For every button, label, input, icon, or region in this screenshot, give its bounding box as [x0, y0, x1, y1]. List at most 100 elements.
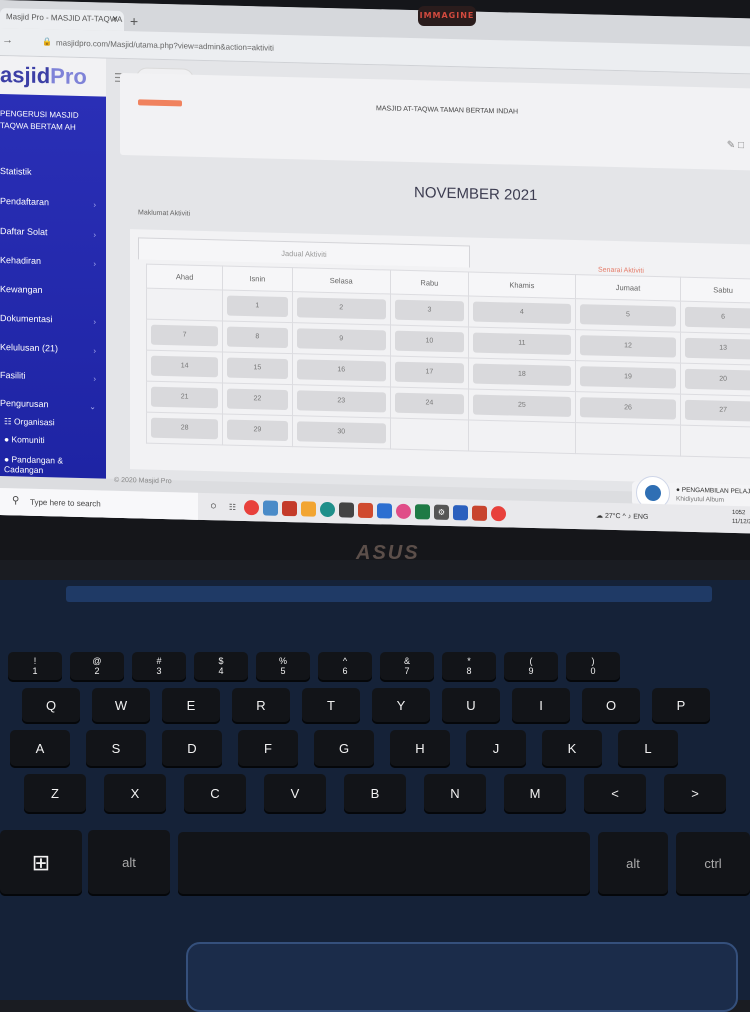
calendar-cell[interactable]: 24 [390, 387, 468, 420]
sidebar-item-daftar-solat[interactable]: Daftar Solat› [0, 222, 106, 247]
calendar-day[interactable]: 25 [473, 395, 571, 417]
keyboard-key[interactable]: E [162, 688, 220, 724]
keyboard-key[interactable]: L [618, 730, 678, 768]
url-field[interactable]: masjidpro.com/Masjid/utama.php?view=admi… [56, 38, 274, 52]
chrome-icon[interactable] [491, 506, 506, 521]
calendar-cell[interactable]: 7 [147, 319, 223, 352]
forward-arrow-icon[interactable]: → [2, 34, 13, 46]
media-icon[interactable] [358, 503, 373, 518]
keyboard-key[interactable]: P [652, 688, 710, 724]
keyboard-key[interactable]: B [344, 774, 406, 814]
calendar-day[interactable]: 8 [227, 327, 287, 348]
calendar-cell[interactable]: 1 [223, 290, 292, 323]
settings-icon[interactable]: ⚙ [434, 505, 449, 520]
calendar-cell[interactable]: 13 [681, 332, 750, 365]
calendar-day[interactable]: 17 [395, 362, 464, 384]
sidebar-item-kehadiran[interactable]: Kehadiran› [0, 251, 106, 276]
sidebar-item-dokumentasi[interactable]: Dokumentasi› [0, 309, 106, 334]
folder-icon[interactable] [301, 501, 316, 516]
calendar-cell[interactable]: 21 [147, 381, 223, 414]
trackpad[interactable] [186, 942, 738, 1012]
keyboard-key[interactable]: %5 [256, 652, 310, 682]
keyboard-key[interactable]: ^6 [318, 652, 372, 682]
keyboard-key[interactable]: #3 [132, 652, 186, 682]
calendar-cell[interactable]: 4 [468, 296, 575, 330]
calendar-cell[interactable]: 9 [292, 323, 390, 356]
calendar-day[interactable]: 14 [151, 356, 218, 378]
calendar-day[interactable]: 12 [580, 335, 676, 357]
calendar-cell[interactable]: 16 [292, 354, 390, 387]
sidebar-item-fasiliti[interactable]: Fasiliti› [0, 366, 106, 391]
calendar-day[interactable]: 27 [685, 400, 750, 422]
calendar-day[interactable]: 23 [297, 390, 386, 412]
calendar-cell[interactable]: 27 [681, 394, 750, 427]
calendar-day[interactable]: 16 [297, 359, 386, 381]
volume-icon[interactable]: ♪ [628, 513, 632, 520]
keyboard-key[interactable]: )0 [566, 652, 620, 682]
calendar-day[interactable]: 4 [473, 302, 571, 324]
keyboard-key[interactable]: N [424, 774, 486, 814]
calendar-cell[interactable]: 18 [468, 358, 575, 392]
calendar-cell[interactable]: 19 [575, 361, 680, 395]
calendar-cell[interactable]: 12 [575, 330, 680, 364]
windows-key-icon[interactable]: ⊞ [0, 830, 82, 896]
calendar-cell[interactable]: 6 [681, 301, 750, 334]
taskbar-clock[interactable]: 1052 11/12/2 [732, 509, 750, 527]
calendar-day[interactable]: 26 [580, 397, 676, 419]
calendar-day[interactable]: 21 [151, 387, 218, 409]
sidebar-item-kelulusan[interactable]: Kelulusan (21)› [0, 338, 106, 363]
calendar-day[interactable]: 22 [227, 389, 287, 410]
app-icon[interactable] [282, 501, 297, 516]
keyboard-key[interactable]: X [104, 774, 166, 814]
calendar-day[interactable]: 13 [685, 338, 750, 360]
calendar-cell[interactable]: 11 [468, 327, 575, 361]
sidebar-item-statistik[interactable]: Statistik [0, 162, 106, 187]
keyboard-key[interactable]: A [10, 730, 70, 768]
calendar-day[interactable]: 1 [227, 296, 287, 317]
new-tab-icon[interactable]: + [130, 13, 138, 29]
sidebar-item-pendaftaran[interactable]: Pendaftaran› [0, 192, 106, 217]
keyboard-key[interactable]: Q [22, 688, 80, 724]
calendar-day[interactable]: 3 [395, 300, 464, 322]
temperature[interactable]: 27°C [605, 513, 621, 520]
calendar-cell[interactable]: 15 [223, 352, 292, 385]
store-icon[interactable] [263, 500, 278, 515]
calendar-cell[interactable]: 29 [223, 414, 292, 447]
keyboard-key[interactable]: C [184, 774, 246, 814]
calendar-cell[interactable]: 25 [468, 389, 575, 423]
keyboard-key[interactable]: T [302, 688, 360, 724]
masjidpro-logo[interactable]: asjidPro [0, 56, 106, 97]
keyboard-key[interactable]: &7 [380, 652, 434, 682]
calendar-cell[interactable]: 5 [575, 299, 680, 333]
tab-jadual-aktiviti[interactable]: Jadual Aktiviti [138, 237, 470, 267]
keyboard-key[interactable]: G [314, 730, 374, 768]
calendar-cell[interactable]: 8 [223, 321, 292, 354]
word-icon[interactable] [453, 505, 468, 520]
keyboard-key[interactable]: D [162, 730, 222, 768]
sidebar-subitem-komuniti[interactable]: ● Komuniti [4, 434, 45, 445]
keyboard-key[interactable]: H [390, 730, 450, 768]
sidebar-subitem-organisasi[interactable]: ☷ Organisasi [4, 416, 55, 428]
close-icon[interactable]: × [112, 14, 118, 25]
edge-icon[interactable] [320, 502, 335, 517]
sidebar-subitem-pandangan[interactable]: ● Pandangan & Cadangan [4, 454, 100, 476]
calendar-day[interactable]: 18 [473, 364, 571, 386]
sidebar-item-kewangan[interactable]: Kewangan [0, 280, 106, 305]
key-space[interactable] [178, 832, 590, 896]
calendar-day[interactable]: 10 [395, 331, 464, 353]
edit-icon[interactable]: ✎ [727, 140, 735, 151]
chrome-icon[interactable] [244, 500, 259, 515]
keyboard-key[interactable]: $4 [194, 652, 248, 682]
calendar-day[interactable]: 30 [297, 421, 386, 443]
calendar-day[interactable]: 6 [685, 307, 750, 329]
calendar-day[interactable]: 15 [227, 358, 287, 379]
calendar-cell[interactable]: 28 [147, 412, 223, 445]
calendar-cell[interactable]: 17 [390, 356, 468, 389]
excel-icon[interactable] [415, 504, 430, 519]
keyboard-key[interactable]: R [232, 688, 290, 724]
tab-senarai-aktiviti[interactable]: Senarai Aktiviti [598, 267, 644, 275]
keyboard-key[interactable]: K [542, 730, 602, 768]
keyboard-key[interactable]: > [664, 774, 726, 814]
calendar-cell[interactable]: 20 [681, 363, 750, 396]
keyboard-key[interactable]: W [92, 688, 150, 724]
